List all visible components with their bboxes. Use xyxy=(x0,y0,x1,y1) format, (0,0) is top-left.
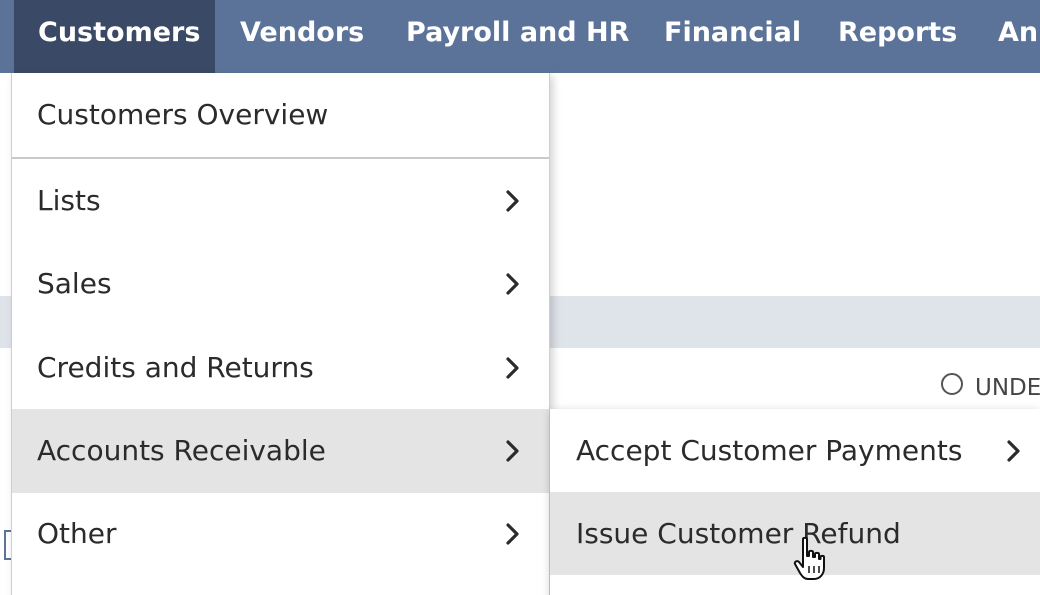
customers-dropdown-menu: Customers Overview Lists Sales Credits a… xyxy=(11,73,550,595)
nav-tab-payroll-and-hr[interactable]: Payroll and HR xyxy=(406,0,629,73)
menu-item-label: Other xyxy=(37,517,117,550)
menu-item-lists[interactable]: Lists xyxy=(12,159,549,243)
menu-item-label: Sales xyxy=(37,267,112,300)
nav-tab-financial[interactable]: Financial xyxy=(664,0,801,73)
menu-item-accounts-receivable[interactable]: Accounts Receivable xyxy=(12,409,549,493)
nav-tab-vendors[interactable]: Vendors xyxy=(240,0,364,73)
chevron-right-icon xyxy=(505,242,525,326)
submenu-item-label: Accept Customer Payments xyxy=(576,434,963,467)
nav-tab-reports[interactable]: Reports xyxy=(838,0,957,73)
submenu-item-accept-customer-payments[interactable]: Accept Customer Payments xyxy=(550,409,1040,492)
hand-pointer-icon xyxy=(793,536,827,582)
nav-tab-customers[interactable]: Customers xyxy=(14,0,215,73)
chevron-right-icon xyxy=(1006,409,1026,492)
chevron-right-icon xyxy=(505,159,525,243)
menu-item-label: Customers Overview xyxy=(37,98,329,131)
nav-tab-analytics-truncated[interactable]: An xyxy=(998,0,1038,73)
menu-item-customers-overview[interactable]: Customers Overview xyxy=(12,73,549,157)
menu-item-label: Credits and Returns xyxy=(37,351,314,384)
menu-item-sales[interactable]: Sales xyxy=(12,242,549,326)
chevron-right-icon xyxy=(505,409,525,493)
submenu-item-label: Issue Customer Refund xyxy=(576,517,901,550)
radio-label: UNDE xyxy=(975,375,1040,401)
radio-button[interactable] xyxy=(941,373,963,395)
menu-item-label: Accounts Receivable xyxy=(37,434,326,467)
chevron-right-icon xyxy=(505,492,525,576)
menu-item-label: Lists xyxy=(37,184,101,217)
menu-item-other[interactable]: Other xyxy=(12,492,549,576)
chevron-right-icon xyxy=(505,326,525,410)
menu-item-credits-and-returns[interactable]: Credits and Returns xyxy=(12,326,549,410)
top-navigation-bar: Customers Vendors Payroll and HR Financi… xyxy=(0,0,1040,73)
